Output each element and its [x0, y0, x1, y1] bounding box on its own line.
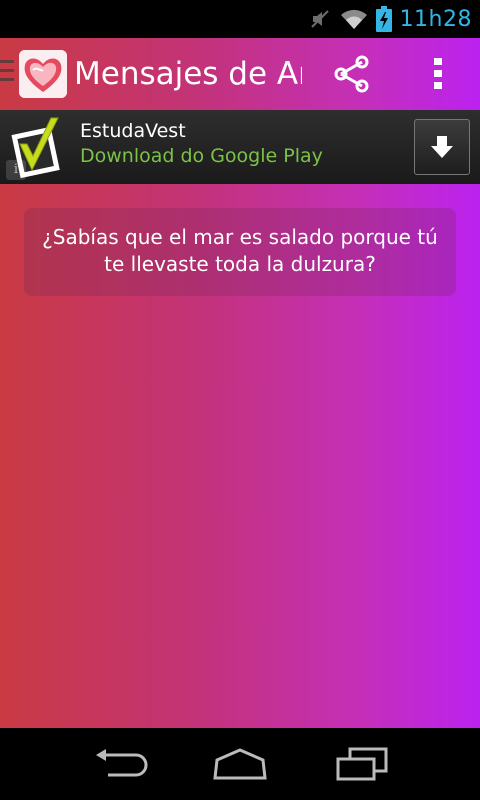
app-title: Mensajes de Ar: [74, 56, 302, 92]
back-button[interactable]: [88, 744, 152, 784]
overflow-menu-icon: [434, 58, 442, 89]
back-icon: [96, 749, 148, 777]
ad-subtitle: Download do Google Play: [80, 145, 323, 167]
wifi-icon: [340, 8, 368, 30]
status-bar: 11h28: [0, 0, 480, 38]
ad-download-button[interactable]: [414, 119, 470, 175]
share-button[interactable]: [326, 52, 378, 96]
home-button[interactable]: [208, 744, 272, 784]
overflow-menu-button[interactable]: [412, 52, 464, 96]
download-icon: [431, 136, 453, 158]
app-heart-icon[interactable]: [19, 50, 67, 98]
action-bar: Mensajes de Ar: [0, 38, 480, 110]
message-card[interactable]: ¿Sabías que el mar es salado porque tú t…: [24, 208, 456, 296]
status-icons: 11h28: [308, 0, 472, 38]
share-icon: [334, 55, 369, 93]
drawer-indicator-icon[interactable]: [0, 60, 14, 86]
recents-icon: [336, 747, 388, 781]
ad-banner[interactable]: i EstudaVest Download do Google Play: [0, 110, 480, 184]
info-icon[interactable]: i: [6, 160, 26, 180]
home-icon: [213, 748, 267, 780]
recents-button[interactable]: [330, 744, 394, 784]
battery-charging-icon: [375, 6, 392, 32]
ad-title: EstudaVest: [80, 120, 186, 142]
clock: 11h28: [399, 6, 472, 32]
muted-icon: [308, 7, 332, 31]
nav-bar: [0, 728, 480, 800]
